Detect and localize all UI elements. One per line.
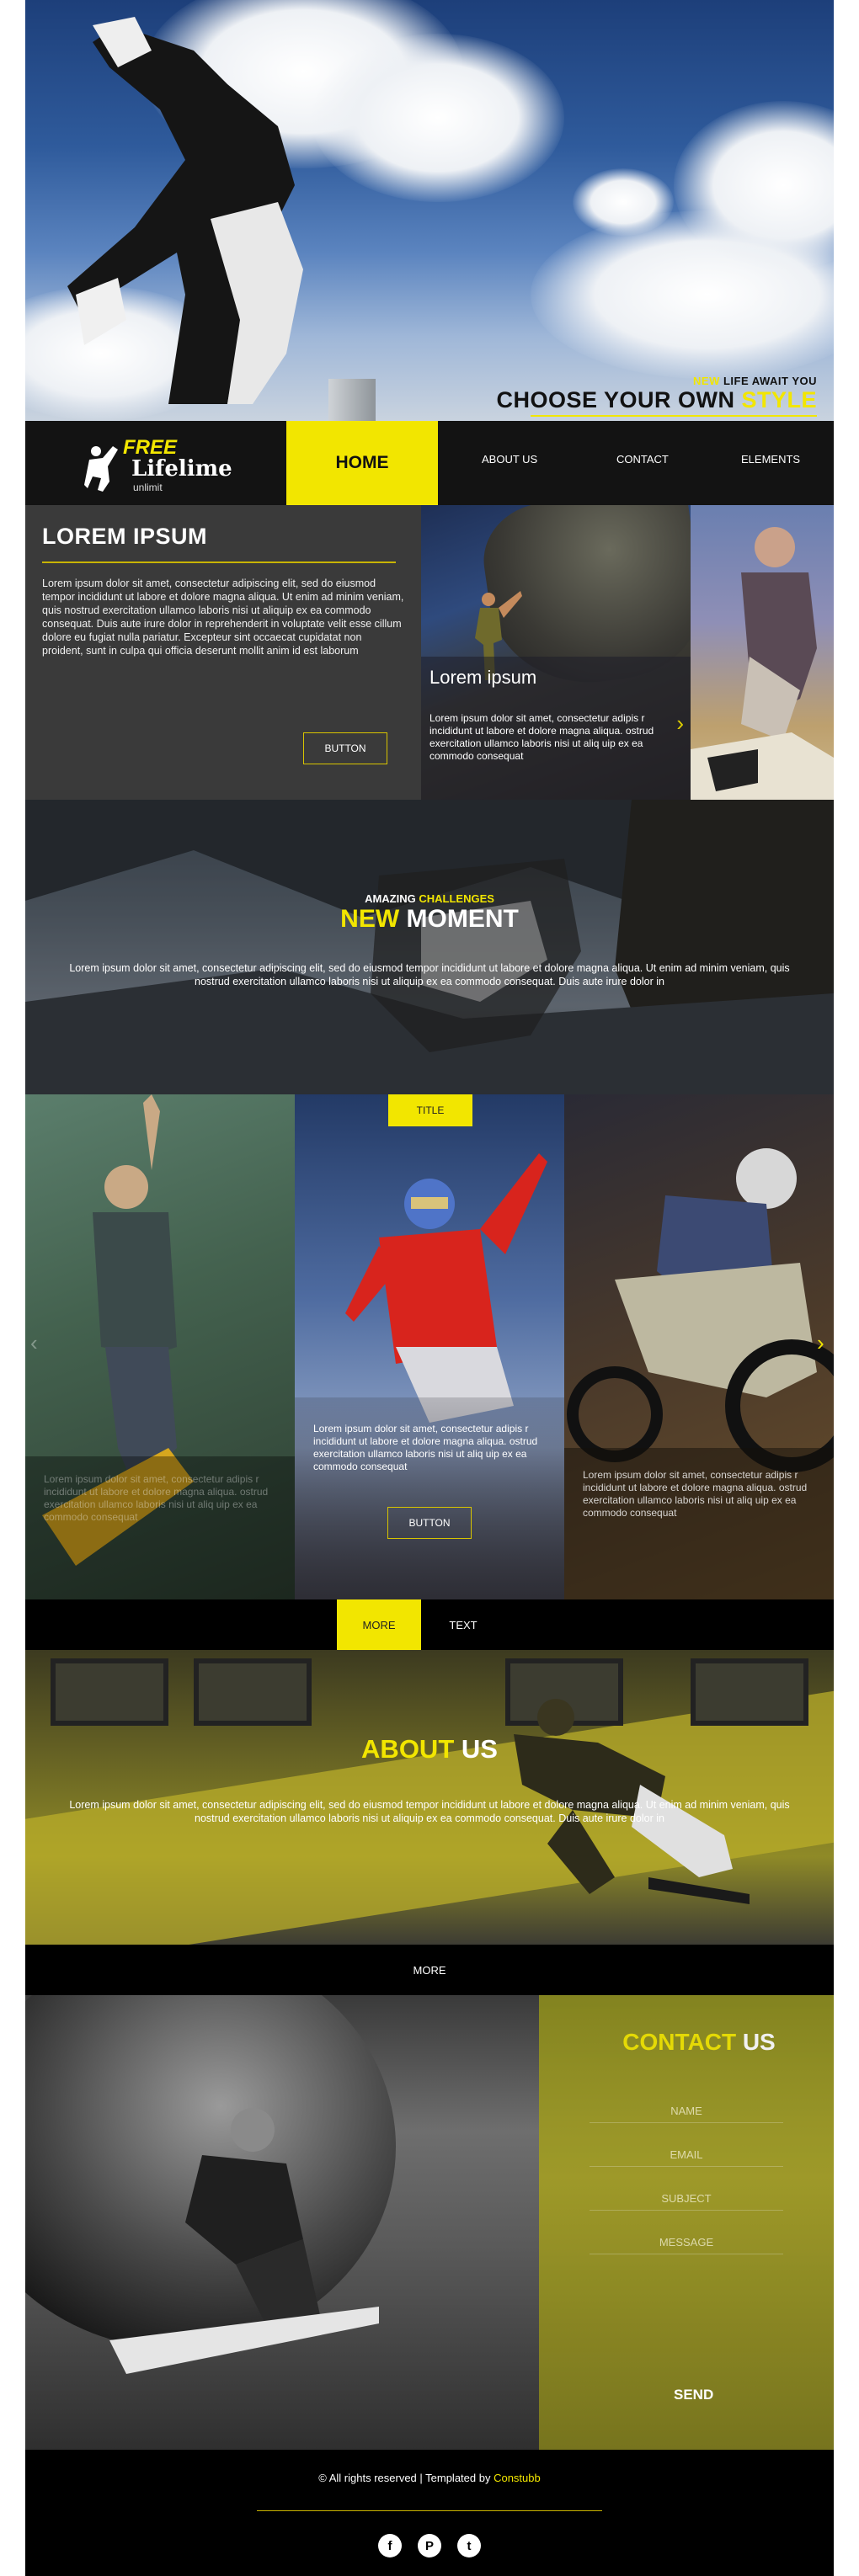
send-button[interactable]: SEND — [674, 2387, 713, 2403]
climber-body: Lorem ipsum dolor sit amet, consectetur … — [430, 712, 654, 762]
cloud — [312, 34, 564, 202]
tab-text[interactable]: TEXT — [421, 1599, 505, 1650]
contact-title: CONTACT US — [564, 2029, 834, 2056]
chevron-left-icon[interactable]: ‹ — [30, 1330, 38, 1356]
climber-card: Lorem ipsum Lorem ipsum dolor sit amet, … — [421, 505, 691, 800]
surfer-image — [109, 2108, 379, 2374]
slide-card-text: Lorem ipsum dolor sit amet, consectetur … — [583, 1469, 808, 1519]
moment-rest: MOMENT — [399, 905, 519, 933]
slide-card-button[interactable]: BUTTON — [387, 1507, 472, 1539]
slider-title-tab[interactable]: TITLE — [388, 1094, 472, 1126]
tag-big: CHOOSE YOUR OWN — [496, 387, 742, 412]
nav-contact[interactable]: CONTACT — [616, 453, 669, 466]
window — [194, 1658, 312, 1726]
facebook-icon[interactable]: f — [378, 2534, 402, 2557]
about-rest: US — [454, 1734, 498, 1764]
tabs-bar: MORE TEXT — [25, 1599, 834, 1650]
tag-small: LIFE AWAIT YOU — [719, 375, 817, 387]
slider-section: Lorem ipsum dolor sit amet, consectetur … — [25, 1094, 834, 1599]
pinterest-icon[interactable]: P — [418, 2534, 441, 2557]
window — [51, 1658, 168, 1726]
tag-accent: STYLE — [741, 387, 817, 412]
name-field[interactable] — [590, 2105, 783, 2123]
intro-button[interactable]: BUTTON — [303, 732, 387, 764]
intro-body: Lorem ipsum dolor sit amet, consectetur … — [42, 577, 404, 657]
page: NEW LIFE AWAIT YOU CHOOSE YOUR OWN STYLE… — [25, 0, 834, 2576]
nav-elements[interactable]: ELEMENTS — [741, 453, 800, 466]
slide-card-text: Lorem ipsum dolor sit amet, consectetur … — [313, 1423, 538, 1472]
hero-tagline: NEW LIFE AWAIT YOU CHOOSE YOUR OWN STYLE — [496, 375, 817, 417]
breakdancer-image — [67, 17, 303, 404]
tower — [328, 379, 376, 421]
moment-accent: NEW — [340, 905, 400, 933]
footer-divider — [257, 2510, 602, 2511]
chevron-right-icon[interactable]: › — [676, 711, 684, 737]
copyright: © All rights reserved | Templated by Con… — [25, 2472, 834, 2484]
slide-card-moto: Lorem ipsum dolor sit amet, consectetur … — [564, 1094, 834, 1599]
divider — [42, 562, 396, 563]
nav-about-us[interactable]: ABOUT US — [482, 453, 537, 466]
about-headline: ABOUT US — [25, 1734, 834, 1764]
tag-new: NEW — [693, 375, 720, 387]
surfer-image — [691, 527, 834, 800]
logo-lifelime: Lifelime — [131, 456, 232, 482]
message-field[interactable] — [590, 2236, 783, 2254]
moment-body: Lorem ipsum dolor sit amet, consectetur … — [69, 962, 790, 987]
nav-home[interactable]: HOME — [286, 421, 438, 505]
subject-field[interactable] — [590, 2192, 783, 2211]
author-link[interactable]: Constubb — [494, 2472, 541, 2484]
contact-section: CONTACT US SEND — [25, 1995, 834, 2450]
footer: © All rights reserved | Templated by Con… — [25, 2450, 834, 2576]
tag-underline — [531, 415, 817, 417]
slide-card-snow: Lorem ipsum dolor sit amet, consectetur … — [295, 1094, 564, 1599]
climber-title: Lorem ipsum — [430, 667, 537, 688]
intro-section: LOREM IPSUM Lorem ipsum dolor sit amet, … — [25, 505, 834, 800]
hero-banner: NEW LIFE AWAIT YOU CHOOSE YOUR OWN STYLE — [25, 0, 834, 421]
surfer-card — [691, 505, 834, 800]
moment-headline: AMAZING CHALLENGES NEW MOMENT — [25, 892, 834, 934]
new-moment-section: AMAZING CHALLENGES NEW MOMENT Lorem ipsu… — [25, 800, 834, 1094]
copyright-icon: © — [318, 2472, 327, 2484]
contact-accent: CONTACT — [622, 2029, 737, 2055]
slide-card-surf: Lorem ipsum dolor sit amet, consectetur … — [25, 1094, 295, 1599]
about-section: ABOUT US Lorem ipsum dolor sit amet, con… — [25, 1650, 834, 1945]
intro-title: LOREM IPSUM — [42, 524, 208, 549]
about-more-button[interactable]: MORE — [25, 1945, 834, 1995]
about-accent: ABOUT — [361, 1734, 455, 1764]
main-nav: FREE Lifelime unlimit HOME ABOUT US CONT… — [25, 421, 834, 505]
intro-box: LOREM IPSUM Lorem ipsum dolor sit amet, … — [25, 505, 421, 800]
contact-rest: US — [736, 2029, 776, 2055]
contact-form: CONTACT US — [539, 1995, 834, 2450]
logo-unlimit: unlimit — [133, 482, 163, 493]
cloud — [573, 168, 674, 236]
shade — [25, 800, 834, 1094]
twitter-icon[interactable]: t — [457, 2534, 481, 2557]
moment-small-accent: CHALLENGES — [419, 892, 494, 905]
about-body: Lorem ipsum dolor sit amet, consectetur … — [69, 1799, 790, 1824]
tab-more[interactable]: MORE — [337, 1599, 421, 1650]
logo[interactable]: FREE Lifelime unlimit — [84, 436, 244, 495]
copyright-text: All rights reserved | Templated by — [326, 2472, 494, 2484]
moment-small: AMAZING — [365, 892, 419, 905]
slide-card-text: Lorem ipsum dolor sit amet, consectetur … — [44, 1473, 269, 1523]
logo-figure-icon — [84, 446, 118, 492]
email-field[interactable] — [590, 2148, 783, 2167]
chevron-right-icon[interactable]: › — [817, 1330, 824, 1356]
